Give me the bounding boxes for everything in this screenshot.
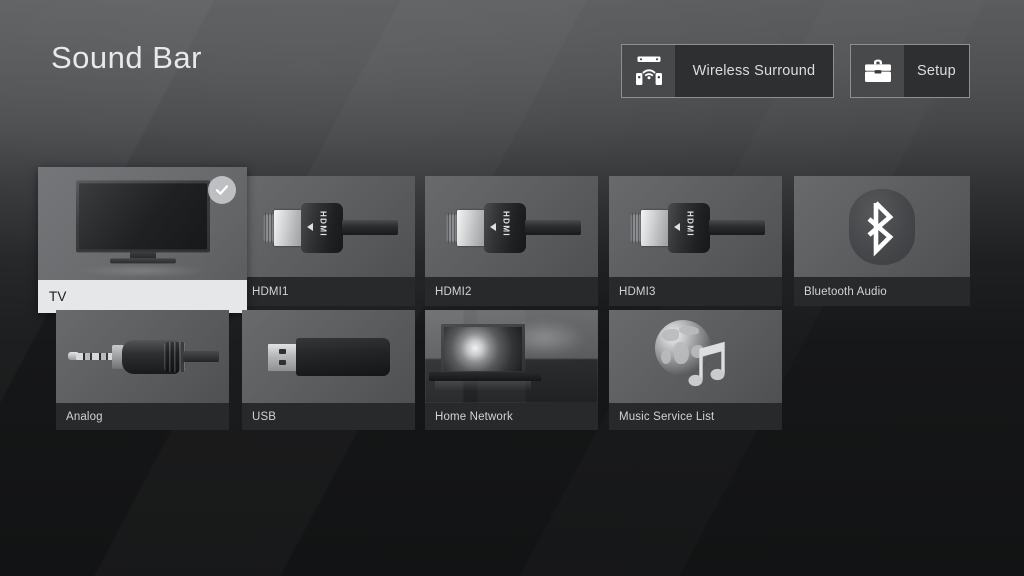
tile-label: Home Network bbox=[425, 403, 598, 430]
tile-label: TV bbox=[38, 280, 247, 313]
usb-drive-icon bbox=[242, 310, 415, 403]
tile-label: HDMI2 bbox=[425, 277, 598, 306]
analog-jack-icon bbox=[56, 310, 229, 403]
hdmi-cable-icon: HDMI bbox=[609, 176, 782, 277]
tile-label: Music Service List bbox=[609, 403, 782, 430]
tile-label: HDMI3 bbox=[609, 277, 782, 306]
home-network-icon bbox=[425, 310, 598, 403]
tile-label: HDMI1 bbox=[242, 277, 415, 306]
check-circle-icon bbox=[208, 176, 236, 204]
television-icon bbox=[38, 167, 247, 280]
input-tile-hdmi2[interactable]: HDMI HDMI2 bbox=[425, 176, 598, 306]
input-tile-usb[interactable]: USB bbox=[242, 310, 415, 430]
input-tile-hdmi3[interactable]: HDMI HDMI3 bbox=[609, 176, 782, 306]
bluetooth-icon bbox=[794, 176, 970, 277]
input-tile-bluetooth-audio[interactable]: Bluetooth Audio bbox=[794, 176, 970, 306]
hdmi-cable-icon: HDMI bbox=[425, 176, 598, 277]
hdmi-cable-icon: HDMI bbox=[242, 176, 415, 277]
input-tile-hdmi1[interactable]: HDMI HDMI1 bbox=[242, 176, 415, 306]
globe-music-icon bbox=[609, 310, 782, 403]
tile-label: Analog bbox=[56, 403, 229, 430]
input-tile-home-network[interactable]: Home Network bbox=[425, 310, 598, 430]
tile-label: Bluetooth Audio bbox=[794, 277, 970, 306]
input-tile-grid: HDMI HDMI1 HDMI HDMI2 HDMI HDMI3 Bluetoo… bbox=[0, 0, 1024, 576]
tile-label: USB bbox=[242, 403, 415, 430]
input-tile-tv[interactable]: TV bbox=[38, 167, 247, 313]
input-tile-music-service-list[interactable]: Music Service List bbox=[609, 310, 782, 430]
input-tile-analog[interactable]: Analog bbox=[56, 310, 229, 430]
